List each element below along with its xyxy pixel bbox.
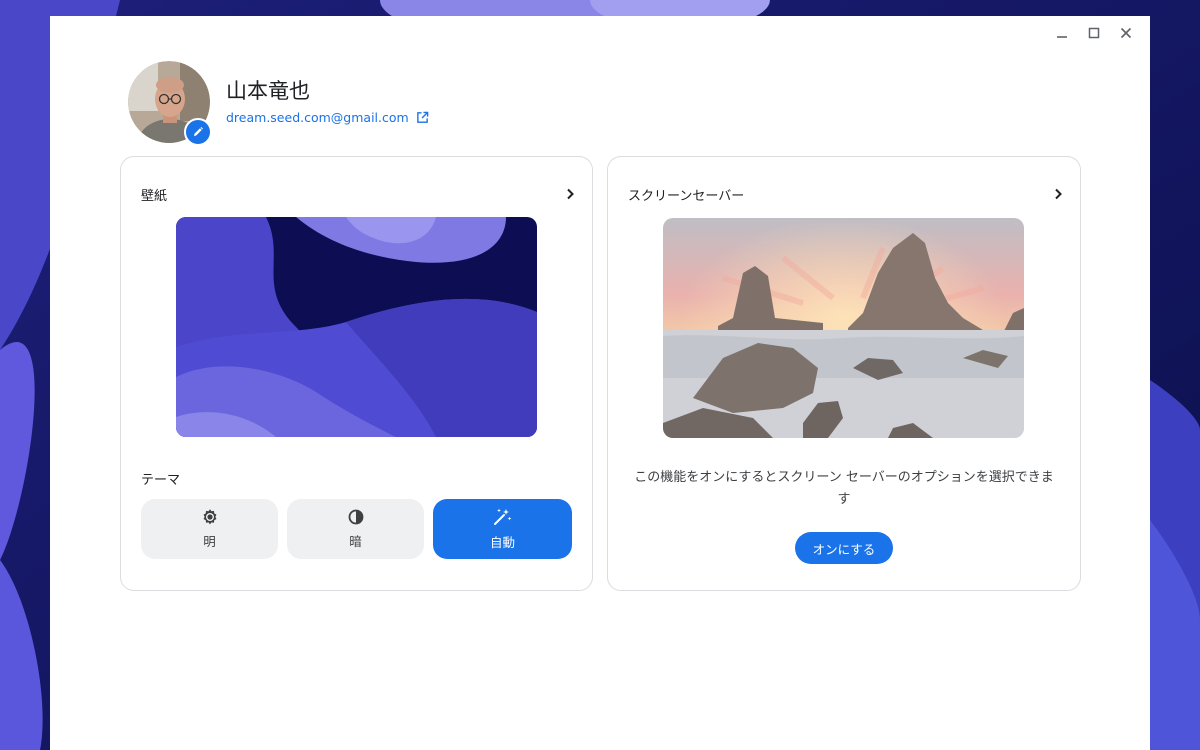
turn-on-button[interactable]: オンにする [795,532,893,564]
screensaver-title: スクリーンセーバー [628,188,745,204]
wallpaper-title: 壁紙 [141,188,168,204]
screensaver-card: スクリーンセーバー この機能をオンにするとスクリーン セーバーのオプションを選択… [607,156,1081,591]
magic-wand-icon [493,508,511,525]
user-name: 山本竜也 [226,79,310,103]
edit-avatar-button[interactable] [184,118,212,146]
theme-light-label: 明 [203,533,216,549]
window-controls [1048,22,1140,44]
theme-selector: 明 暗 自動 [141,499,572,559]
maximize-icon [1088,27,1100,39]
contrast-icon [348,509,363,524]
wallpaper-card: 壁紙 テーマ 明 暗 自動 [120,156,593,591]
theme-dark-button[interactable]: 暗 [287,499,424,559]
profile-header: 山本竜也 dream.seed.com@gmail.com [128,61,828,151]
wallpaper-preview[interactable] [176,217,537,437]
wallpaper-preview-image [176,217,537,437]
chevron-right-icon [1050,186,1066,202]
account-email-link[interactable]: dream.seed.com@gmail.com [226,110,429,125]
theme-light-button[interactable]: 明 [141,499,278,559]
email-text: dream.seed.com@gmail.com [226,110,409,125]
minimize-button[interactable] [1048,22,1076,44]
personalization-window: 山本竜也 dream.seed.com@gmail.com 壁紙 テーマ 明 暗… [50,16,1150,750]
theme-dark-label: 暗 [349,533,362,549]
avatar-container[interactable] [128,61,212,146]
maximize-button[interactable] [1080,22,1108,44]
theme-auto-button[interactable]: 自動 [433,499,572,559]
sun-gear-icon [203,508,216,524]
close-icon [1120,27,1132,39]
screensaver-description: この機能をオンにするとスクリーン セーバーのオプションを選択できます [634,470,1054,507]
close-button[interactable] [1112,22,1140,44]
screensaver-preview-image [663,218,1024,438]
screensaver-header[interactable]: スクリーンセーバー [628,183,1066,205]
wallpaper-header[interactable]: 壁紙 [141,183,578,205]
chevron-right-icon [562,186,578,202]
open-in-new-icon [416,111,428,123]
theme-label: テーマ [141,473,181,488]
pencil-icon [194,127,203,136]
theme-auto-label: 自動 [489,534,515,550]
minimize-icon [1057,36,1067,38]
screensaver-preview [663,218,1024,438]
